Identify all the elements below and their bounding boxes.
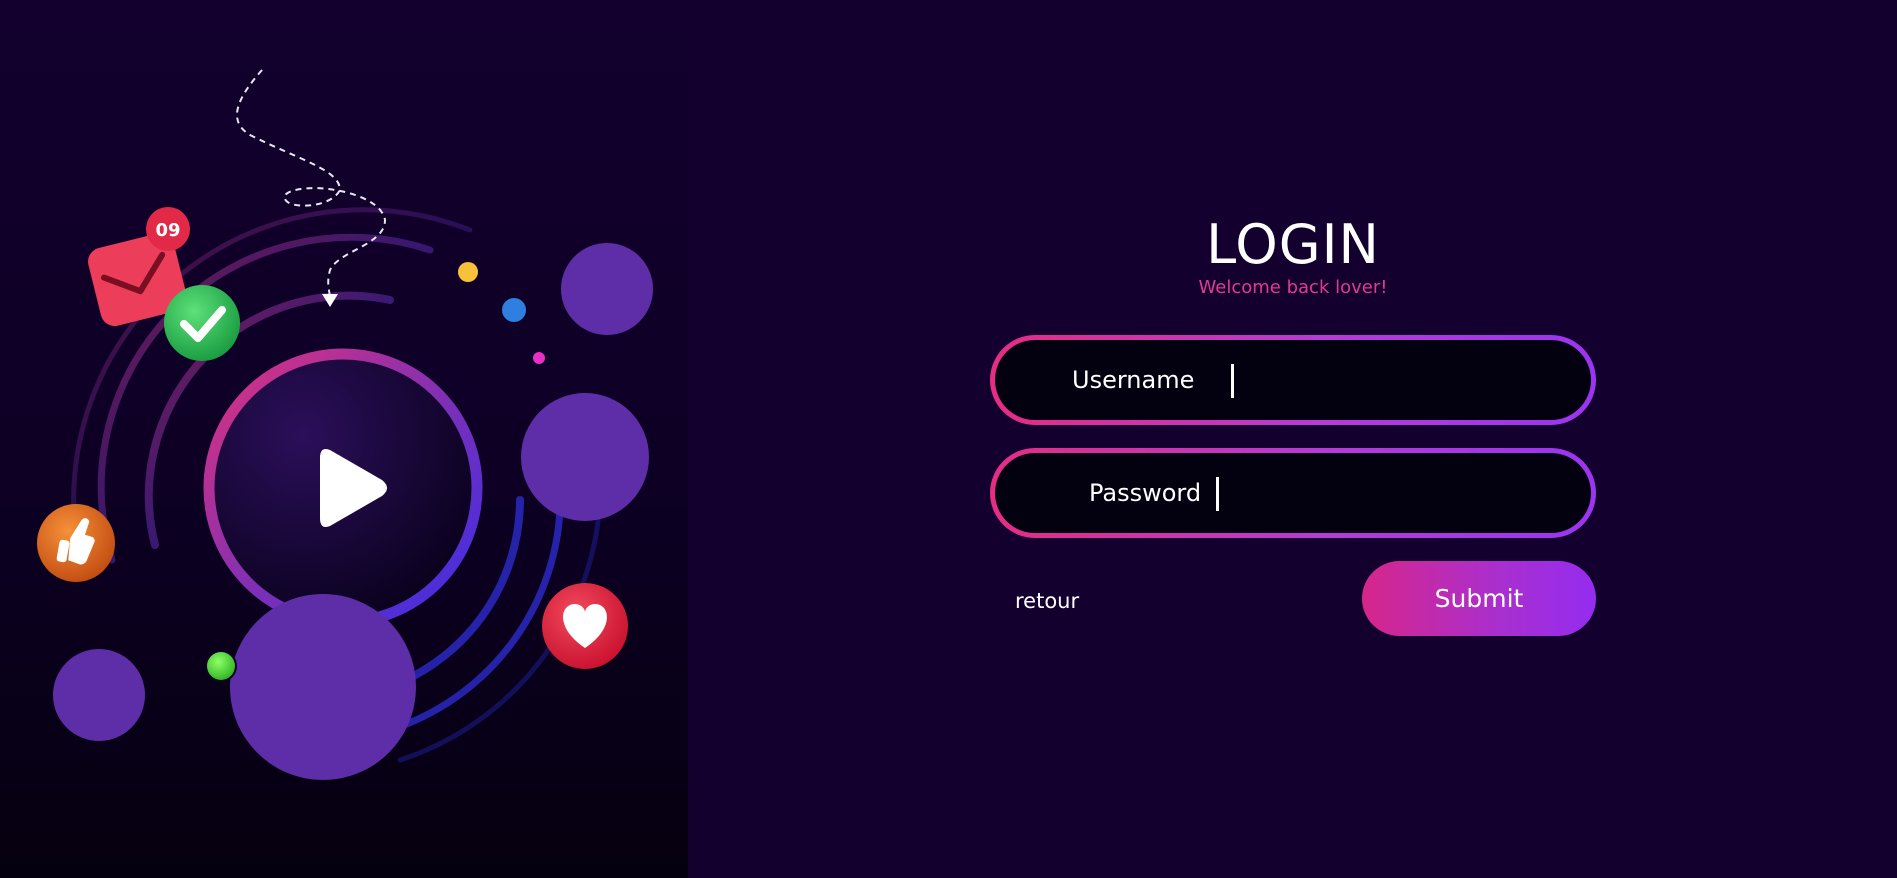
username-field-inner[interactable]: Username [995, 340, 1591, 420]
thumbs-up-icon [37, 504, 115, 582]
login-subtitle: Welcome back lover! [1198, 277, 1388, 298]
illustration: 09 [37, 69, 653, 780]
password-field[interactable]: Password [990, 448, 1596, 538]
pink-dot [533, 352, 545, 364]
username-caret [1231, 364, 1234, 398]
badge-count: 09 [155, 220, 180, 241]
username-label: Username [1072, 366, 1195, 394]
notification-badge: 09 [146, 207, 190, 251]
submit-button[interactable]: Submit [1362, 561, 1596, 636]
dashed-flight-path [236, 69, 387, 301]
password-input[interactable] [1226, 463, 1561, 525]
yellow-dot [458, 262, 478, 282]
green-dot [207, 652, 235, 680]
password-field-inner[interactable]: Password [995, 453, 1591, 533]
login-title: LOGIN [1206, 213, 1380, 276]
username-input[interactable] [1241, 350, 1561, 412]
password-caret [1216, 477, 1219, 511]
heart-icon [542, 583, 628, 669]
login-panel [688, 0, 1897, 878]
password-label: Password [1089, 479, 1202, 507]
illustration-panel: 09 [0, 0, 688, 878]
back-link[interactable]: retour [1015, 588, 1079, 614]
check-icon [164, 285, 240, 361]
blue-dot [502, 298, 526, 322]
username-field[interactable]: Username [990, 335, 1596, 425]
